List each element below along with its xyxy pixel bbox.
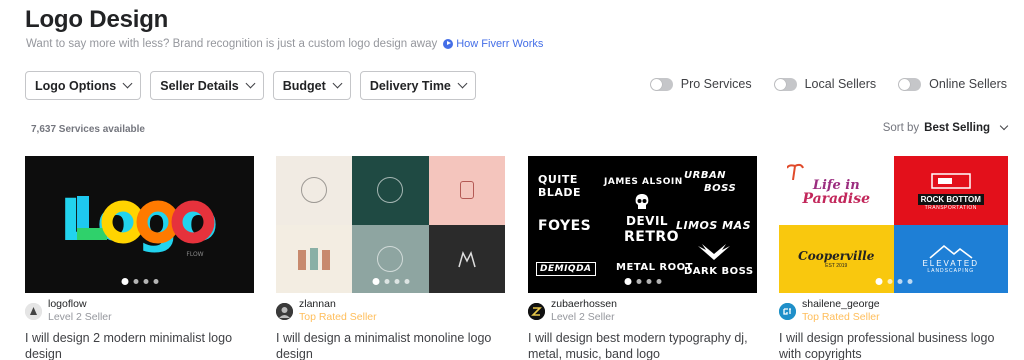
logo-blade: BLADE — [538, 186, 582, 199]
paradise-word-2: Paradise — [802, 191, 871, 208]
toggle-label: Local Sellers — [804, 77, 877, 91]
chevron-down-icon — [122, 78, 133, 89]
sort-value: Best Selling — [924, 122, 990, 134]
wings-icon — [698, 244, 730, 260]
logo-quite: QUITE — [538, 173, 578, 186]
gig-card[interactable]: Life in Paradise ROCK BOTTOM TRANSPORTAT… — [779, 156, 1008, 360]
gig-thumbnail[interactable]: QUITE BLADE JAMES ALSOIN URBAN BOSS FOYE… — [528, 156, 757, 293]
logo-demiqda: DEMIQDA — [536, 262, 596, 276]
gig-title[interactable]: I will design a minimalist monoline logo… — [276, 331, 505, 360]
transportation-word: TRANSPORTATION — [924, 204, 977, 211]
chevron-down-icon — [245, 78, 256, 89]
chevron-down-icon — [457, 78, 468, 89]
seller-name[interactable]: shailene_george — [802, 298, 880, 311]
gig-card[interactable]: Logo FLOW logoflow Level 2 Seller I will… — [25, 156, 254, 360]
rock-bottom-word: ROCK BOTTOM — [917, 193, 984, 205]
toggle-switch[interactable] — [773, 77, 797, 91]
avatar[interactable] — [528, 302, 545, 320]
gig-card[interactable]: QUITE BLADE JAMES ALSOIN URBAN BOSS FOYE… — [528, 156, 757, 360]
toggle-label: Pro Services — [680, 77, 752, 91]
seller-info: zlannan Top Rated Seller — [276, 298, 505, 324]
toggle-label: Online Sellers — [929, 77, 1007, 91]
sort-dropdown[interactable]: Sort by Best Selling — [882, 121, 1009, 134]
filter-delivery-time[interactable]: Delivery Time — [359, 71, 476, 100]
logo-dark-boss: DARK BOSS — [684, 266, 754, 277]
avatar[interactable] — [276, 302, 293, 320]
seller-name[interactable]: zlannan — [299, 298, 377, 311]
toggle-group: Pro Services Local Sellers Online Seller… — [649, 77, 1007, 91]
logoflow-logo-image: Logo FLOW — [25, 156, 254, 293]
subtitle-text: Want to say more with less? Brand recogn… — [26, 38, 438, 50]
filter-label: Budget — [282, 78, 326, 93]
logo-metal-root: METAL ROOT — [616, 262, 693, 273]
landscaping-word: LANDSCAPING — [927, 268, 975, 275]
seller-info: zubaerhossen Level 2 Seller — [528, 298, 757, 324]
seller-level: Level 2 Seller — [551, 311, 615, 323]
skull-icon — [635, 194, 649, 209]
filter-bar: Logo Options Seller Details Budget Deliv… — [25, 71, 476, 100]
toggle-switch[interactable] — [898, 77, 922, 91]
logo-retro: RETRO — [624, 229, 680, 245]
services-count: 7,637 Services available — [31, 124, 145, 135]
toggle-switch[interactable] — [649, 77, 673, 91]
gig-title[interactable]: I will design 2 modern minimalist logo d… — [25, 331, 254, 360]
logo-devil: DEVIL — [626, 214, 669, 228]
gig-title[interactable]: I will design best modern typography dj,… — [528, 331, 757, 360]
how-fiverr-works-link[interactable]: How Fiverr Works — [443, 38, 543, 50]
gig-thumbnail[interactable]: Life in Paradise ROCK BOTTOM TRANSPORTAT… — [779, 156, 1008, 293]
thumbnail-collage — [276, 156, 505, 293]
sort-label: Sort by — [882, 122, 920, 134]
est-2019-word: EST 2019 — [825, 262, 848, 269]
gig-thumbnail[interactable] — [276, 156, 505, 293]
gig-title[interactable]: I will design professional business logo… — [779, 331, 1008, 360]
filter-label: Delivery Time — [369, 78, 451, 93]
filter-label: Seller Details — [160, 78, 239, 93]
toggle-pro-services[interactable]: Pro Services — [649, 77, 752, 91]
elevated-word: ELEVATED — [922, 259, 980, 269]
carousel-dots[interactable] — [624, 278, 661, 285]
filter-label: Logo Options — [35, 78, 117, 93]
page-subtitle: Want to say more with less? Brand recogn… — [26, 38, 543, 50]
seller-info: shailene_george Top Rated Seller — [779, 298, 1008, 324]
seller-info: logoflow Level 2 Seller — [25, 298, 254, 324]
logo-urban: URBAN — [684, 170, 727, 181]
carousel-dots[interactable] — [372, 278, 409, 285]
seller-level: Top Rated Seller — [802, 311, 880, 323]
logo-james: JAMES ALSOIN — [604, 177, 683, 187]
logo-boss: BOSS — [704, 183, 737, 194]
avatar[interactable] — [779, 302, 796, 320]
carousel-dots[interactable] — [875, 278, 912, 285]
toggle-online-sellers[interactable]: Online Sellers — [898, 77, 1007, 91]
gig-thumbnail[interactable]: Logo FLOW — [25, 156, 254, 293]
play-circle-icon — [443, 39, 454, 49]
gig-card[interactable]: zlannan Top Rated Seller I will design a… — [276, 156, 505, 360]
seller-level: Level 2 Seller — [48, 311, 112, 323]
logo-foyes: FOYES — [538, 218, 592, 234]
filter-budget[interactable]: Budget — [272, 71, 351, 100]
toggle-local-sellers[interactable]: Local Sellers — [773, 77, 877, 91]
thumbnail-collage: Life in Paradise ROCK BOTTOM TRANSPORTAT… — [779, 156, 1008, 293]
filter-seller-details[interactable]: Seller Details — [150, 71, 264, 100]
carousel-dots[interactable] — [121, 278, 158, 285]
seller-level: Top Rated Seller — [299, 311, 377, 323]
avatar[interactable] — [25, 302, 42, 320]
seller-name[interactable]: logoflow — [48, 298, 112, 311]
page-title: Logo Design — [25, 6, 169, 33]
cooperville-word: Cooperville — [798, 248, 875, 263]
logo-limos: LIMOS MAS — [676, 219, 752, 232]
chevron-down-icon — [332, 78, 343, 89]
how-fiverr-works-label: How Fiverr Works — [456, 38, 544, 50]
flow-word: FLOW — [186, 251, 203, 258]
seller-name[interactable]: zubaerhossen — [551, 298, 617, 311]
filter-logo-options[interactable]: Logo Options — [25, 71, 142, 100]
chevron-down-icon — [999, 121, 1009, 131]
